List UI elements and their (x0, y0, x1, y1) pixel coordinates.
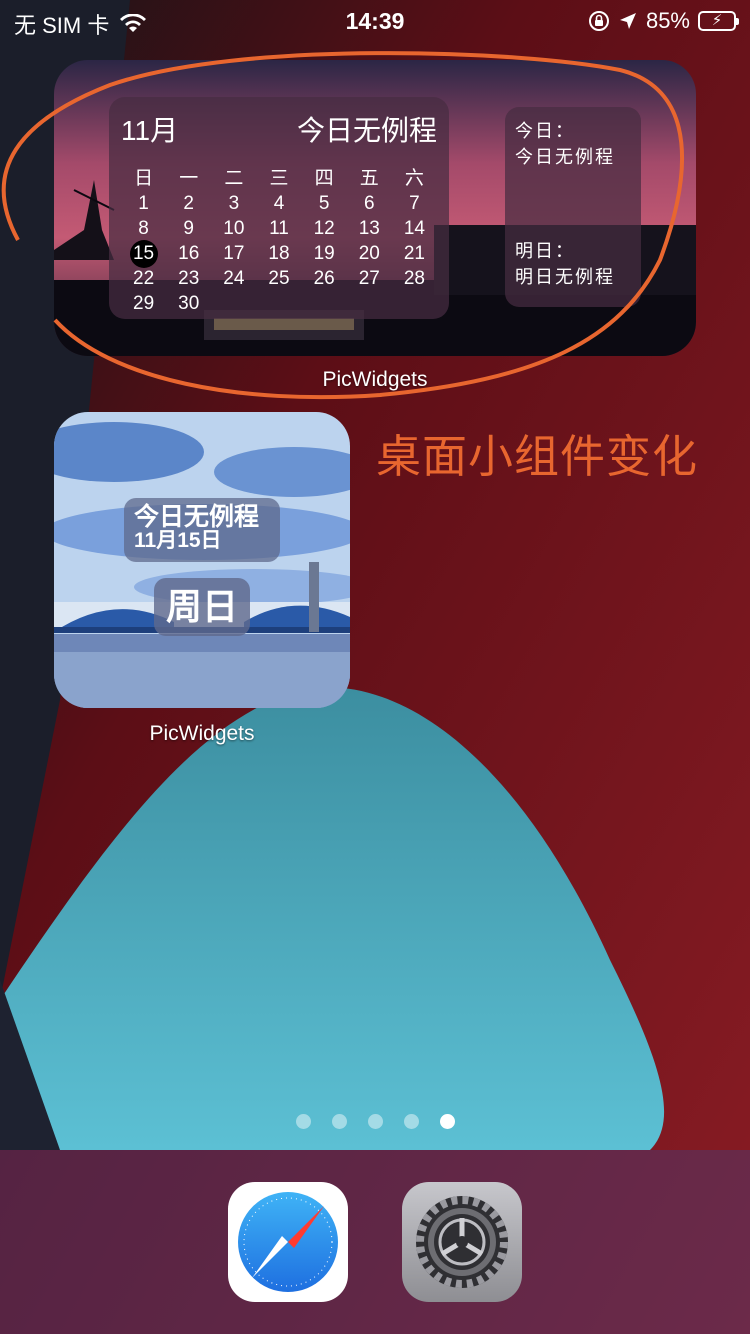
calendar-day: 15 (121, 240, 166, 268)
date-text: 11月15日 (134, 529, 222, 552)
calendar-card: 11月 今日无例程 日一二三四五六 1 2 3 4 5 6 7 8 9 10 11 12 13 14 15 16… (109, 97, 449, 319)
calendar-day: 12 (313, 218, 335, 239)
calendar-day: 30 (178, 293, 200, 314)
calendar-day: 11 (269, 218, 289, 239)
calendar-day: 17 (223, 243, 245, 264)
today-schedule: 今日无例程 (515, 147, 615, 168)
date-widget-label: PicWidgets (149, 722, 255, 745)
weekday-header: 四 (314, 168, 334, 189)
tomorrow-label: 明日： (515, 241, 575, 262)
calendar-day: 16 (178, 243, 200, 264)
annotation-text: 桌面小组件变化 (376, 431, 699, 482)
calendar-header: 11月 今日无例程 (121, 109, 437, 149)
today-label: 今日： (515, 121, 575, 142)
tomorrow-schedule: 明日无例程 (515, 267, 615, 288)
page-dot[interactable] (367, 1114, 383, 1129)
weekday-header: 五 (359, 168, 379, 189)
calendar-day: 20 (358, 243, 380, 264)
calendar-day: 27 (358, 268, 380, 289)
calendar-day: 5 (318, 193, 330, 214)
schedule-pill: 今日无例程 11月15日 (124, 498, 280, 562)
location-icon (619, 13, 636, 29)
status-right: 85% ⚡ (588, 8, 739, 34)
calendar-day: 10 (223, 218, 245, 239)
page-dot-active[interactable] (439, 1114, 455, 1129)
calendar-day: 26 (313, 268, 335, 289)
calendar-day: 18 (268, 243, 290, 264)
schedule-text: 今日无例程 (134, 503, 260, 531)
calendar-day: 22 (133, 268, 155, 289)
calendar-day: 14 (403, 218, 425, 239)
calendar-status: 今日无例程 (296, 115, 437, 146)
calendar-day: 24 (223, 268, 245, 289)
calendar-day: 2 (183, 193, 194, 214)
calendar-widget-label: PicWidgets (322, 368, 428, 391)
weekday-header: 一 (179, 168, 199, 189)
calendar-day: 21 (403, 243, 425, 264)
battery-icon: ⚡ (698, 11, 739, 31)
weekday-header: 三 (269, 168, 289, 189)
schedule-card: 今日： 今日无例程 明日： 明日无例程 (505, 107, 641, 307)
dock (0, 1150, 750, 1334)
weekday-header: 六 (404, 168, 424, 189)
status-bar: 无 SIM 卡 14:39 85% ⚡ (0, 0, 750, 40)
calendar-day: 23 (178, 268, 200, 289)
calendar-today: 15 (129, 240, 158, 268)
weekday-header: 二 (224, 168, 244, 189)
calendar-month: 11月 (121, 115, 179, 146)
calendar-day: 8 (138, 218, 149, 239)
safari-app-icon[interactable] (228, 1182, 348, 1302)
calendar-day: 28 (403, 268, 425, 289)
settings-icon (416, 1196, 508, 1288)
calendar-day: 3 (228, 193, 240, 214)
weekday-pill: 周日 (154, 578, 250, 636)
calendar-day: 13 (358, 218, 380, 239)
calendar-day: 6 (363, 193, 375, 214)
settings-app-icon[interactable] (402, 1182, 522, 1302)
orientation-lock-icon (588, 11, 609, 31)
calendar-day: 19 (313, 243, 335, 264)
page-dot[interactable] (331, 1114, 347, 1129)
page-dot[interactable] (403, 1114, 419, 1129)
date-widget[interactable]: 今日无例程 11月15日 周日 (54, 412, 350, 708)
calendar-day: 7 (409, 193, 420, 214)
calendar-day: 4 (273, 193, 285, 214)
safari-icon (238, 1192, 338, 1292)
weekday-header: 日 (134, 168, 154, 189)
page-dot[interactable] (295, 1114, 311, 1129)
page-indicator[interactable] (0, 1114, 750, 1129)
charging-bolt-icon: ⚡ (711, 12, 723, 29)
battery-percent: 85% (645, 8, 690, 33)
calendar-widget[interactable]: 11月 今日无例程 日一二三四五六 1 2 3 4 5 6 7 8 9 10 11 12 13 14 15 16… (54, 60, 696, 356)
calendar-day: 9 (183, 218, 194, 239)
calendar-day: 25 (268, 268, 290, 289)
calendar-day: 29 (133, 293, 155, 314)
calendar-day: 1 (138, 193, 149, 214)
calendar-grid: 日一二三四五六 1 2 3 4 5 6 7 8 9 10 11 12 13 14 15 16 17 18 19 20 21… (121, 167, 437, 316)
